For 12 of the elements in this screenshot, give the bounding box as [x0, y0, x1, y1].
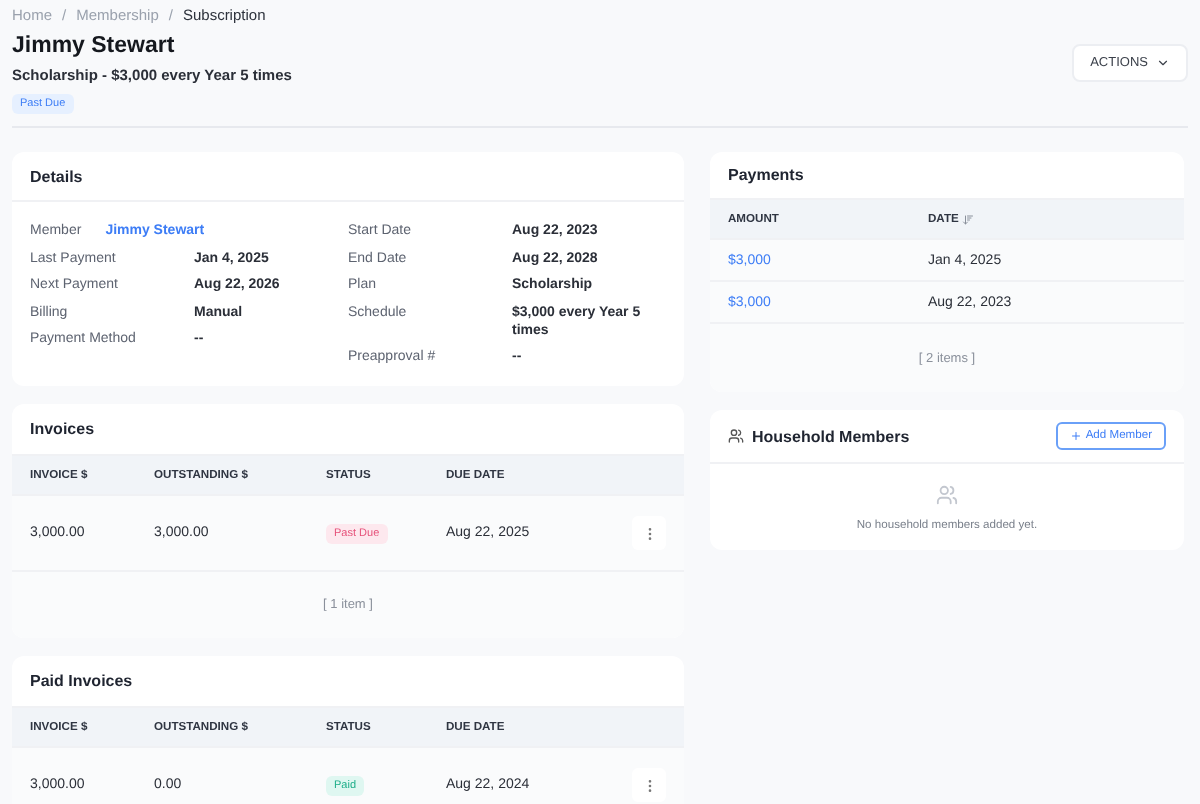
card-title: Paid Invoices [30, 672, 133, 690]
card-title: Invoices [30, 420, 95, 438]
card-title: Details [30, 167, 83, 185]
row-menu-button[interactable] [632, 516, 666, 550]
page-title: Jimmy Stewart [12, 32, 177, 60]
row-menu-button[interactable] [632, 768, 666, 802]
plus-icon [1069, 430, 1082, 442]
card-title: Payments [728, 166, 804, 184]
chevron-down-icon [1156, 56, 1170, 70]
users-icon [728, 428, 744, 444]
card-title: Household Members [728, 427, 910, 445]
users-icon [936, 484, 958, 506]
